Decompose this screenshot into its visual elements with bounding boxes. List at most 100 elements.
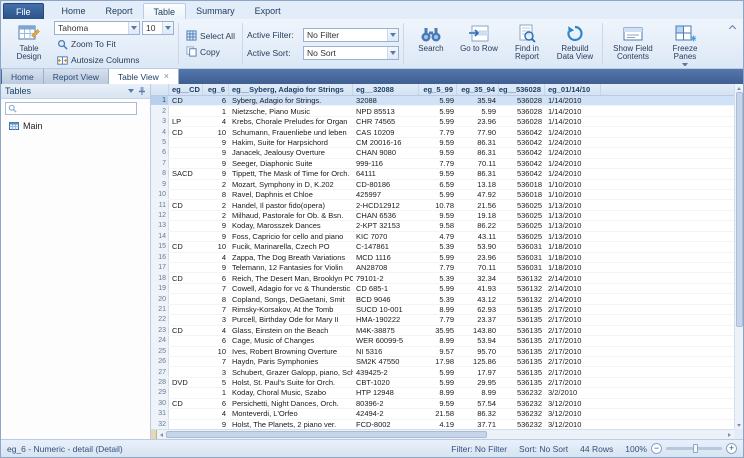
status-sort[interactable]: Sort: No Sort: [519, 444, 568, 454]
table-row[interactable]: 108Ravel, Daphnis et Chloe4259975.9947.9…: [151, 190, 734, 200]
table-cell[interactable]: 7.79: [419, 263, 457, 272]
table-cell[interactable]: 86.22: [457, 221, 499, 230]
table-cell[interactable]: 9: [203, 263, 229, 272]
go-to-row-button[interactable]: Go to Row: [456, 21, 502, 67]
row-number[interactable]: 12: [151, 211, 169, 220]
table-cell[interactable]: Syberg, Adagio for Strings.: [229, 96, 353, 105]
autosize-columns-button[interactable]: Autosize Columns: [54, 54, 174, 67]
table-cell[interactable]: 1/13/2010: [545, 211, 601, 220]
table-cell[interactable]: 536135: [499, 315, 545, 324]
table-row[interactable]: 149Foss, Capricio for cello and pianoKIC…: [151, 232, 734, 242]
table-cell[interactable]: 2: [203, 200, 229, 209]
table-cell[interactable]: 35.94: [457, 96, 499, 105]
table-cell[interactable]: CD: [169, 273, 203, 282]
table-cell[interactable]: [169, 180, 203, 189]
table-cell[interactable]: 17.97: [457, 367, 499, 376]
table-cell[interactable]: 5.99: [457, 106, 499, 115]
table-cell[interactable]: 5.39: [419, 242, 457, 251]
vertical-scroll-thumb[interactable]: [736, 92, 743, 327]
scroll-right-arrow[interactable]: [725, 430, 734, 439]
row-number[interactable]: 26: [151, 357, 169, 366]
table-cell[interactable]: 35.95: [419, 326, 457, 335]
table-cell[interactable]: CD: [169, 200, 203, 209]
row-number[interactable]: 30: [151, 399, 169, 408]
table-cell[interactable]: 29.95: [457, 378, 499, 387]
table-cell[interactable]: [169, 159, 203, 168]
ribbon-tab-summary[interactable]: Summary: [186, 3, 245, 19]
table-cell[interactable]: 536042: [499, 127, 545, 136]
row-number[interactable]: 32: [151, 420, 169, 429]
table-cell[interactable]: 43.12: [457, 294, 499, 303]
table-cell[interactable]: 7: [203, 357, 229, 366]
table-cell[interactable]: 77.90: [457, 127, 499, 136]
table-cell[interactable]: CHAN 6536: [353, 211, 419, 220]
column-header[interactable]: eg__536028: [499, 84, 545, 95]
table-cell[interactable]: 9: [203, 148, 229, 157]
table-cell[interactable]: 9.59: [419, 148, 457, 157]
select-all-button[interactable]: Select All: [183, 29, 238, 42]
table-cell[interactable]: FCD-8002: [353, 420, 419, 429]
font-size-combo[interactable]: 10: [142, 21, 174, 35]
table-cell[interactable]: 1/24/2010: [545, 159, 601, 168]
table-cell[interactable]: 32.34: [457, 273, 499, 282]
table-cell[interactable]: 536232: [499, 409, 545, 418]
table-cell[interactable]: Reich, The Desert Man, Brooklyn PO: [229, 273, 353, 282]
table-cell[interactable]: BCD 9046: [353, 294, 419, 303]
table-cell[interactable]: 1/13/2010: [545, 232, 601, 241]
column-header[interactable]: eg__32088: [353, 84, 419, 95]
table-cell[interactable]: CD 685-1: [353, 284, 419, 293]
table-cell[interactable]: 536025: [499, 211, 545, 220]
table-cell[interactable]: 95.70: [457, 347, 499, 356]
table-cell[interactable]: KIC 7070: [353, 232, 419, 241]
table-cell[interactable]: 2/17/2010: [545, 378, 601, 387]
table-cell[interactable]: 8.99: [419, 305, 457, 314]
table-cell[interactable]: 536042: [499, 159, 545, 168]
row-number[interactable]: 14: [151, 232, 169, 241]
table-cell[interactable]: Fucik, Marinarella, Czech PO: [229, 242, 353, 251]
vertical-scrollbar[interactable]: [734, 84, 743, 429]
table-cell[interactable]: [169, 106, 203, 115]
table-cell[interactable]: 536132: [499, 284, 545, 293]
table-cell[interactable]: 3/12/2010: [545, 399, 601, 408]
table-cell[interactable]: 5.99: [419, 117, 457, 126]
table-cell[interactable]: 536018: [499, 190, 545, 199]
table-cell[interactable]: 3: [203, 315, 229, 324]
table-cell[interactable]: 425997: [353, 190, 419, 199]
table-cell[interactable]: 2/17/2010: [545, 326, 601, 335]
table-cell[interactable]: 37.71: [457, 420, 499, 429]
table-cell[interactable]: 536028: [499, 117, 545, 126]
table-cell[interactable]: 1/14/2010: [545, 117, 601, 126]
horizontal-scrollbar[interactable]: [151, 429, 734, 439]
table-cell[interactable]: Haydn, Paris Symphonies: [229, 357, 353, 366]
table-cell[interactable]: 536031: [499, 263, 545, 272]
table-cell[interactable]: 5.39: [419, 294, 457, 303]
table-cell[interactable]: 536025: [499, 221, 545, 230]
row-number[interactable]: 10: [151, 190, 169, 199]
table-cell[interactable]: 1/18/2010: [545, 253, 601, 262]
chevron-down-icon[interactable]: [128, 89, 134, 93]
table-cell[interactable]: 3: [203, 367, 229, 376]
table-cell[interactable]: 9.59: [419, 399, 457, 408]
row-number[interactable]: 3: [151, 117, 169, 126]
row-number[interactable]: 5: [151, 138, 169, 147]
table-cell[interactable]: 5.99: [419, 253, 457, 262]
table-cell[interactable]: 125.86: [457, 357, 499, 366]
table-cell[interactable]: 2/17/2010: [545, 347, 601, 356]
table-row[interactable]: 273Schubert, Grazer Galopp, piano, Sch43…: [151, 367, 734, 377]
table-cell[interactable]: MCD 1116: [353, 253, 419, 262]
table-cell[interactable]: Rimsky-Korsakov, At the Tomb: [229, 305, 353, 314]
table-cell[interactable]: 1/18/2010: [545, 242, 601, 251]
table-cell[interactable]: 10: [203, 127, 229, 136]
table-cell[interactable]: 8: [203, 190, 229, 199]
corner-header-cell[interactable]: [151, 84, 169, 95]
table-cell[interactable]: CHAN 9080: [353, 148, 419, 157]
table-cell[interactable]: 42494-2: [353, 409, 419, 418]
table-row[interactable]: 329Holst, The Planets, 2 piano ver.FCD-8…: [151, 420, 734, 429]
table-cell[interactable]: 7.79: [419, 159, 457, 168]
table-row[interactable]: 217Rimsky-Korsakov, At the TombSUCD 10-0…: [151, 305, 734, 315]
table-cell[interactable]: 62.93: [457, 305, 499, 314]
table-cell[interactable]: [169, 367, 203, 376]
row-number[interactable]: 9: [151, 180, 169, 189]
table-cell[interactable]: 4: [203, 326, 229, 335]
table-cell[interactable]: 536042: [499, 169, 545, 178]
